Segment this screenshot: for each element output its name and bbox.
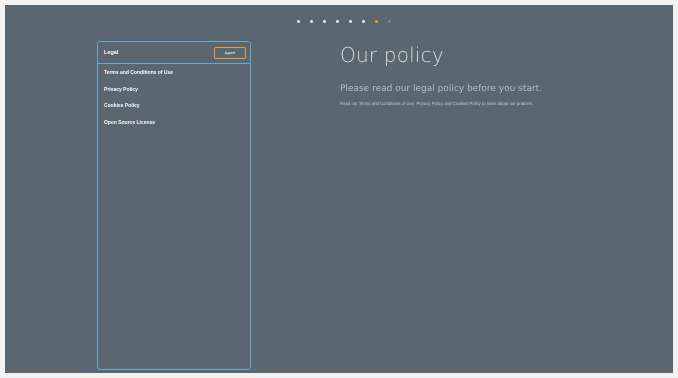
step-dot-upcoming xyxy=(388,20,391,23)
agree-button[interactable]: Agree xyxy=(214,46,246,59)
step-dot xyxy=(336,20,339,23)
step-pager xyxy=(5,20,673,23)
legal-item-terms[interactable]: Terms and Conditions of Use xyxy=(98,68,250,85)
legal-item-open-source[interactable]: Open Source License xyxy=(98,118,250,135)
page-subtitle: Please read our legal policy before you … xyxy=(340,84,542,94)
policy-content: Our policy Please read our legal policy … xyxy=(340,43,542,106)
page-description: Read our Terms and Conditions of Use, Pr… xyxy=(340,101,534,106)
legal-item-privacy[interactable]: Privacy Policy xyxy=(98,85,250,102)
step-dot xyxy=(297,20,300,23)
legal-panel-title: Legal xyxy=(104,49,119,56)
legal-panel: Legal Agree Terms and Conditions of Use … xyxy=(97,41,251,370)
step-dot xyxy=(323,20,326,23)
page-title: Our policy xyxy=(340,43,444,67)
step-dot xyxy=(349,20,352,23)
step-dot xyxy=(310,20,313,23)
legal-document-list: Terms and Conditions of Use Privacy Poli… xyxy=(98,64,250,134)
legal-item-cookies[interactable]: Cookies Policy xyxy=(98,101,250,118)
setup-screen: Legal Agree Terms and Conditions of Use … xyxy=(5,5,673,373)
legal-panel-header: Legal Agree xyxy=(98,42,250,64)
step-dot xyxy=(362,20,365,23)
step-dot-active xyxy=(375,20,378,23)
